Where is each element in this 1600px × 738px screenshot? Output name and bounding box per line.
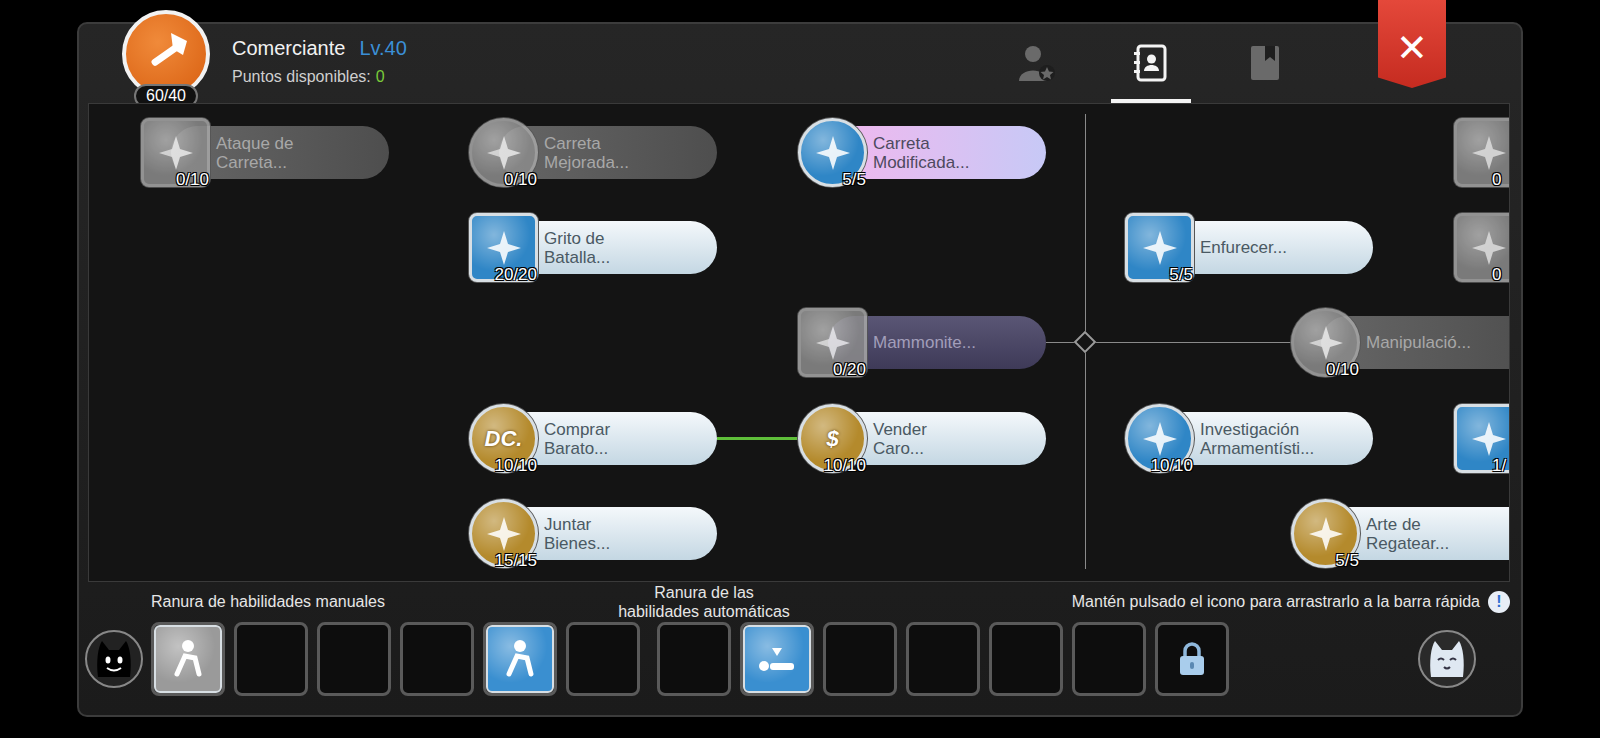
skill-figure-icon: [163, 634, 213, 684]
skill-tree: Ataque de Carreta... 0/10 Carreta Mejorad…: [88, 103, 1510, 582]
skill-node[interactable]: Ataque de Carreta... 0/10: [141, 118, 389, 187]
manual-slots-label: Ranura de habilidades manuales: [151, 593, 594, 611]
skill-node[interactable]: 0: [1454, 118, 1510, 187]
skill-level: 5/5: [842, 170, 866, 190]
skill-node[interactable]: Vender Caro... $ 10/10: [798, 404, 1046, 473]
skill-slot[interactable]: [823, 622, 897, 696]
tabs: [997, 24, 1305, 103]
skill-slot[interactable]: [566, 622, 640, 696]
skill-node[interactable]: Manipulació... 0/10: [1291, 308, 1510, 377]
sparkle-icon: [813, 133, 853, 173]
screen: 60/40 Comerciante Lv.40 Puntos disponibl…: [0, 0, 1600, 738]
sparkle-icon: [1140, 228, 1180, 268]
cat-button[interactable]: [1418, 630, 1476, 688]
tab[interactable]: [1111, 24, 1191, 103]
axe-icon: [139, 27, 193, 81]
skill-level: 10/10: [1150, 456, 1193, 476]
tab[interactable]: [1225, 24, 1305, 103]
skill-slot[interactable]: [740, 622, 814, 696]
skill-level: 0/10: [176, 170, 209, 190]
skill-node[interactable]: Juntar Bienes... 15/15: [469, 499, 717, 568]
skill-level: 0: [1492, 170, 1501, 190]
skill-node[interactable]: Grito de Batalla... 20/20: [469, 213, 717, 282]
skill-node[interactable]: 1/: [1454, 404, 1510, 473]
white-cat-icon: [1425, 637, 1469, 681]
black-cat-icon: [92, 637, 136, 681]
skill-glyph: $: [826, 426, 838, 452]
divider-ornament: [1074, 331, 1097, 354]
skill-slot[interactable]: [483, 622, 557, 696]
skill-level: 0/10: [1326, 360, 1359, 380]
points: Puntos disponibles:0: [232, 68, 407, 86]
skill-slot[interactable]: [906, 622, 980, 696]
skill-level: 5/5: [1335, 551, 1359, 571]
drag-hint: Mantén pulsado el icono para arrastrarlo…: [814, 591, 1510, 613]
skill-glyph: DC.: [485, 426, 523, 452]
skill-node[interactable]: Investigación Armamentísti... 10/10: [1125, 404, 1373, 473]
manual-slots: [151, 622, 640, 696]
skill-node[interactable]: Carreta Mejorada... 0/10: [469, 118, 717, 187]
auto-slots: [657, 622, 1229, 696]
sparkle-icon: [1469, 228, 1509, 268]
bookmark-book-icon: [1245, 43, 1285, 83]
skill-icon: [1454, 213, 1510, 282]
auto-slots-label: Ranura de las habilidades automáticas: [594, 583, 814, 621]
skill-node[interactable]: Arte de Regatear... 5/5: [1291, 499, 1510, 568]
sparkle-icon: [484, 133, 524, 173]
skill-slot[interactable]: [317, 622, 391, 696]
skill-slot[interactable]: [400, 622, 474, 696]
info-icon[interactable]: !: [1488, 591, 1510, 613]
skill-slot[interactable]: [234, 622, 308, 696]
skill-slot[interactable]: [1072, 622, 1146, 696]
skill-node[interactable]: Mammonite... 0/20: [798, 308, 1046, 377]
skill-level: 10/10: [823, 456, 866, 476]
sparkle-icon: [1306, 323, 1346, 363]
skill-level: 0/20: [833, 360, 866, 380]
lock-icon: [1177, 641, 1207, 677]
slot-skill-icon[interactable]: [743, 625, 811, 693]
points-value: 0: [376, 68, 385, 85]
skill-level: 1/: [1492, 456, 1506, 476]
skill-node[interactable]: Carreta Modificada... 5/5: [798, 118, 1046, 187]
skill-slot[interactable]: [1155, 622, 1229, 696]
class-level: Lv.40: [359, 37, 406, 60]
skill-link: [717, 437, 798, 440]
skill-slot[interactable]: [657, 622, 731, 696]
person-star-icon: [1017, 43, 1057, 83]
skill-level: 0: [1492, 265, 1501, 285]
skill-slot[interactable]: [151, 622, 225, 696]
skill-level: 20/20: [494, 265, 537, 285]
skill-node[interactable]: Comprar Barato... DC. 10/10: [469, 404, 717, 473]
sparkle-icon: [1140, 419, 1180, 459]
skill-node[interactable]: Enfurecer... 5/5: [1125, 213, 1373, 282]
sparkle-icon: [1306, 514, 1346, 554]
sparkle-icon: [156, 133, 196, 173]
sparkle-icon: [484, 228, 524, 268]
header: 60/40 Comerciante Lv.40 Puntos disponibl…: [79, 24, 1521, 103]
title-block: Comerciante Lv.40 Puntos disponibles:0: [232, 24, 407, 86]
skill-level: 10/10: [494, 456, 537, 476]
skill-level: 5/5: [1169, 265, 1193, 285]
class-name: Comerciante: [232, 37, 345, 60]
sparkle-icon: [1469, 419, 1509, 459]
contacts-book-icon: [1131, 43, 1171, 83]
skill-figure-icon: [495, 634, 545, 684]
slot-skill-icon[interactable]: [154, 625, 222, 693]
cat-button[interactable]: [85, 630, 143, 688]
skill-node[interactable]: 0: [1454, 213, 1510, 282]
tab[interactable]: [997, 24, 1077, 103]
class-avatar: 60/40: [122, 10, 210, 98]
skill-panel: 60/40 Comerciante Lv.40 Puntos disponibl…: [77, 22, 1523, 717]
skill-level: 0/10: [504, 170, 537, 190]
slot-area: Ranura de habilidades manuales Ranura de…: [79, 582, 1521, 715]
skill-level: 15/15: [494, 551, 537, 571]
skill-icon: [1454, 118, 1510, 187]
close-button[interactable]: ✕: [1378, 0, 1446, 88]
slot-skill-icon[interactable]: [486, 625, 554, 693]
sparkle-icon: [484, 514, 524, 554]
lying-figure-icon: [752, 634, 802, 684]
sparkle-icon: [813, 323, 853, 363]
skill-slot[interactable]: [989, 622, 1063, 696]
sparkle-icon: [1469, 133, 1509, 173]
